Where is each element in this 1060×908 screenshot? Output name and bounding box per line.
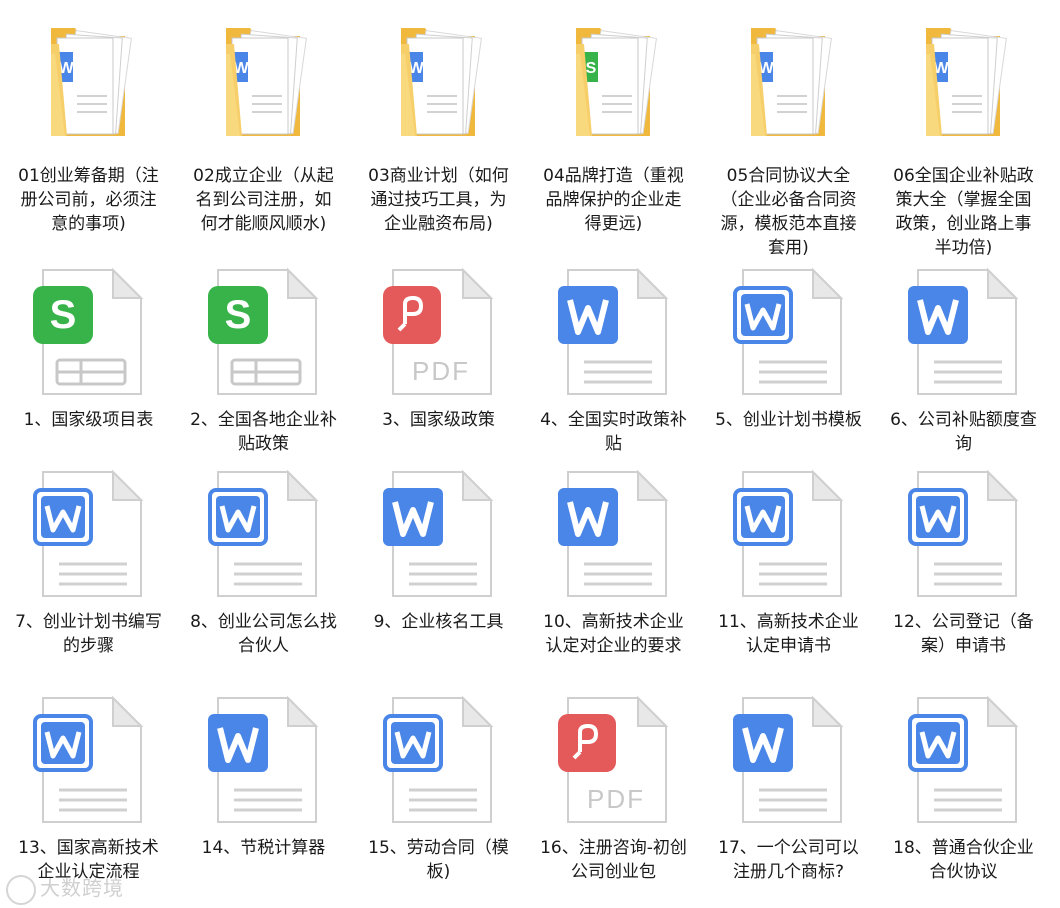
file-label: 10、高新技术企业认定对企业的要求 [543,612,684,656]
file-item-4[interactable]: 4、全国实时政策补贴 [527,266,700,456]
file-item-17[interactable]: 17、一个公司可以注册几个商标? [702,694,875,884]
spreadsheet-file-icon: S [29,266,149,400]
file-label: 14、节税计算器 [201,838,326,858]
file-item-7[interactable]: 7、创业计划书编写的步骤 [2,468,175,658]
folder-icon: S [554,14,674,148]
word-file-icon [904,468,1024,602]
folder-item-06[interactable]: W 06全国企业补贴政策大全（掌握全国政策，创业路上事半功倍) [877,14,1050,260]
word-file-icon [204,468,324,602]
file-item-15[interactable]: 15、劳动合同（模板) [352,694,525,884]
word-file-icon [554,266,674,400]
folder-icon: W [379,14,499,148]
folder-label: 05合同协议大全（企业必备合同资源，模板范本直接套用) [720,166,857,258]
file-item-10[interactable]: 10、高新技术企业认定对企业的要求 [527,468,700,658]
pdf-file-icon: PDF [554,694,674,828]
file-item-11[interactable]: 11、高新技术企业认定申请书 [702,468,875,658]
file-item-14[interactable]: 14、节税计算器 [177,694,350,884]
word-file-icon [729,694,849,828]
file-item-2[interactable]: S 2、全国各地企业补贴政策 [177,266,350,456]
folder-icon: W [904,14,1024,148]
folder-icon: W [204,14,324,148]
file-item-18[interactable]: 18、普通合伙企业合伙协议 [877,694,1050,884]
svg-text:S: S [585,60,596,77]
word-file-icon [29,694,149,828]
file-label: 3、国家级政策 [382,410,495,430]
folder-icon: W [729,14,849,148]
word-file-icon [729,266,849,400]
watermark: 大数跨境 [6,872,124,905]
file-grid: W 01创业筹备期（注册公司前，必须注意的事项) W 02成立企业（从起名到公司… [0,0,1060,908]
file-label: 11、高新技术企业认定申请书 [718,612,859,656]
file-label: 1、国家级项目表 [23,410,154,430]
word-file-icon [379,694,499,828]
folder-label: 03商业计划（如何通过技巧工具，为企业融资布局) [368,166,509,234]
folder-label: 04品牌打造（重视品牌保护的企业走得更远) [543,166,684,234]
file-label: 7、创业计划书编写的步骤 [15,612,162,656]
word-file-icon [554,468,674,602]
folder-row: W 01创业筹备期（注册公司前，必须注意的事项) W 02成立企业（从起名到公司… [0,14,1060,260]
svg-text:PDF: PDF [412,356,470,386]
folder-item-05[interactable]: W 05合同协议大全（企业必备合同资源，模板范本直接套用) [702,14,875,260]
file-item-13[interactable]: 13、国家高新技术企业认定流程 [2,694,175,884]
file-label: 17、一个公司可以注册几个商标? [718,838,859,882]
file-label: 2、全国各地企业补贴政策 [190,410,337,454]
file-label: 5、创业计划书模板 [715,410,862,430]
svg-text:S: S [224,293,251,337]
file-label: 12、公司登记（备案）申请书 [893,612,1034,656]
folder-label: 02成立企业（从起名到公司注册，如何才能顺风顺水) [193,166,334,234]
folder-item-02[interactable]: W 02成立企业（从起名到公司注册，如何才能顺风顺水) [177,14,350,260]
file-item-8[interactable]: 8、创业公司怎么找合伙人 [177,468,350,658]
word-file-icon [904,694,1024,828]
folder-item-04[interactable]: S 04品牌打造（重视品牌保护的企业走得更远) [527,14,700,260]
watermark-logo-icon [6,874,36,905]
file-item-12[interactable]: 12、公司登记（备案）申请书 [877,468,1050,658]
file-item-9[interactable]: 9、企业核名工具 [352,468,525,658]
file-label: 4、全国实时政策补贴 [540,410,687,454]
file-label: 15、劳动合同（模板) [368,838,509,882]
word-file-icon [204,694,324,828]
svg-text:PDF: PDF [587,784,645,814]
word-file-icon [904,266,1024,400]
file-row: 13、国家高新技术企业认定流程 14、节税计算器 15、劳动合同（模板) PDF… [0,694,1060,884]
file-item-16[interactable]: PDF 16、注册咨询-初创公司创业包 [527,694,700,884]
word-file-icon [29,468,149,602]
folder-label: 01创业筹备期（注册公司前，必须注意的事项) [18,166,159,234]
file-label: 8、创业公司怎么找合伙人 [190,612,337,656]
file-item-1[interactable]: S 1、国家级项目表 [2,266,175,456]
file-item-3[interactable]: PDF 3、国家级政策 [352,266,525,456]
pdf-file-icon: PDF [379,266,499,400]
file-item-5[interactable]: 5、创业计划书模板 [702,266,875,456]
svg-text:S: S [49,293,76,337]
file-label: 16、注册咨询-初创公司创业包 [540,838,687,882]
file-label: 18、普通合伙企业合伙协议 [893,838,1034,882]
file-label: 6、公司补贴额度查询 [890,410,1037,454]
file-row: 7、创业计划书编写的步骤 8、创业公司怎么找合伙人 9、企业核名工具 10、高新… [0,468,1060,658]
word-file-icon [729,468,849,602]
word-file-icon [379,468,499,602]
file-row: S 1、国家级项目表 S 2、全国各地企业补贴政策 PDF 3、国家级政策 4、… [0,266,1060,456]
folder-item-01[interactable]: W 01创业筹备期（注册公司前，必须注意的事项) [2,14,175,260]
folder-item-03[interactable]: W 03商业计划（如何通过技巧工具，为企业融资布局) [352,14,525,260]
file-item-6[interactable]: 6、公司补贴额度查询 [877,266,1050,456]
folder-icon: W [29,14,149,148]
watermark-text: 大数跨境 [40,876,124,900]
file-label: 9、企业核名工具 [373,612,504,632]
folder-label: 06全国企业补贴政策大全（掌握全国政策，创业路上事半功倍) [893,166,1034,258]
spreadsheet-file-icon: S [204,266,324,400]
